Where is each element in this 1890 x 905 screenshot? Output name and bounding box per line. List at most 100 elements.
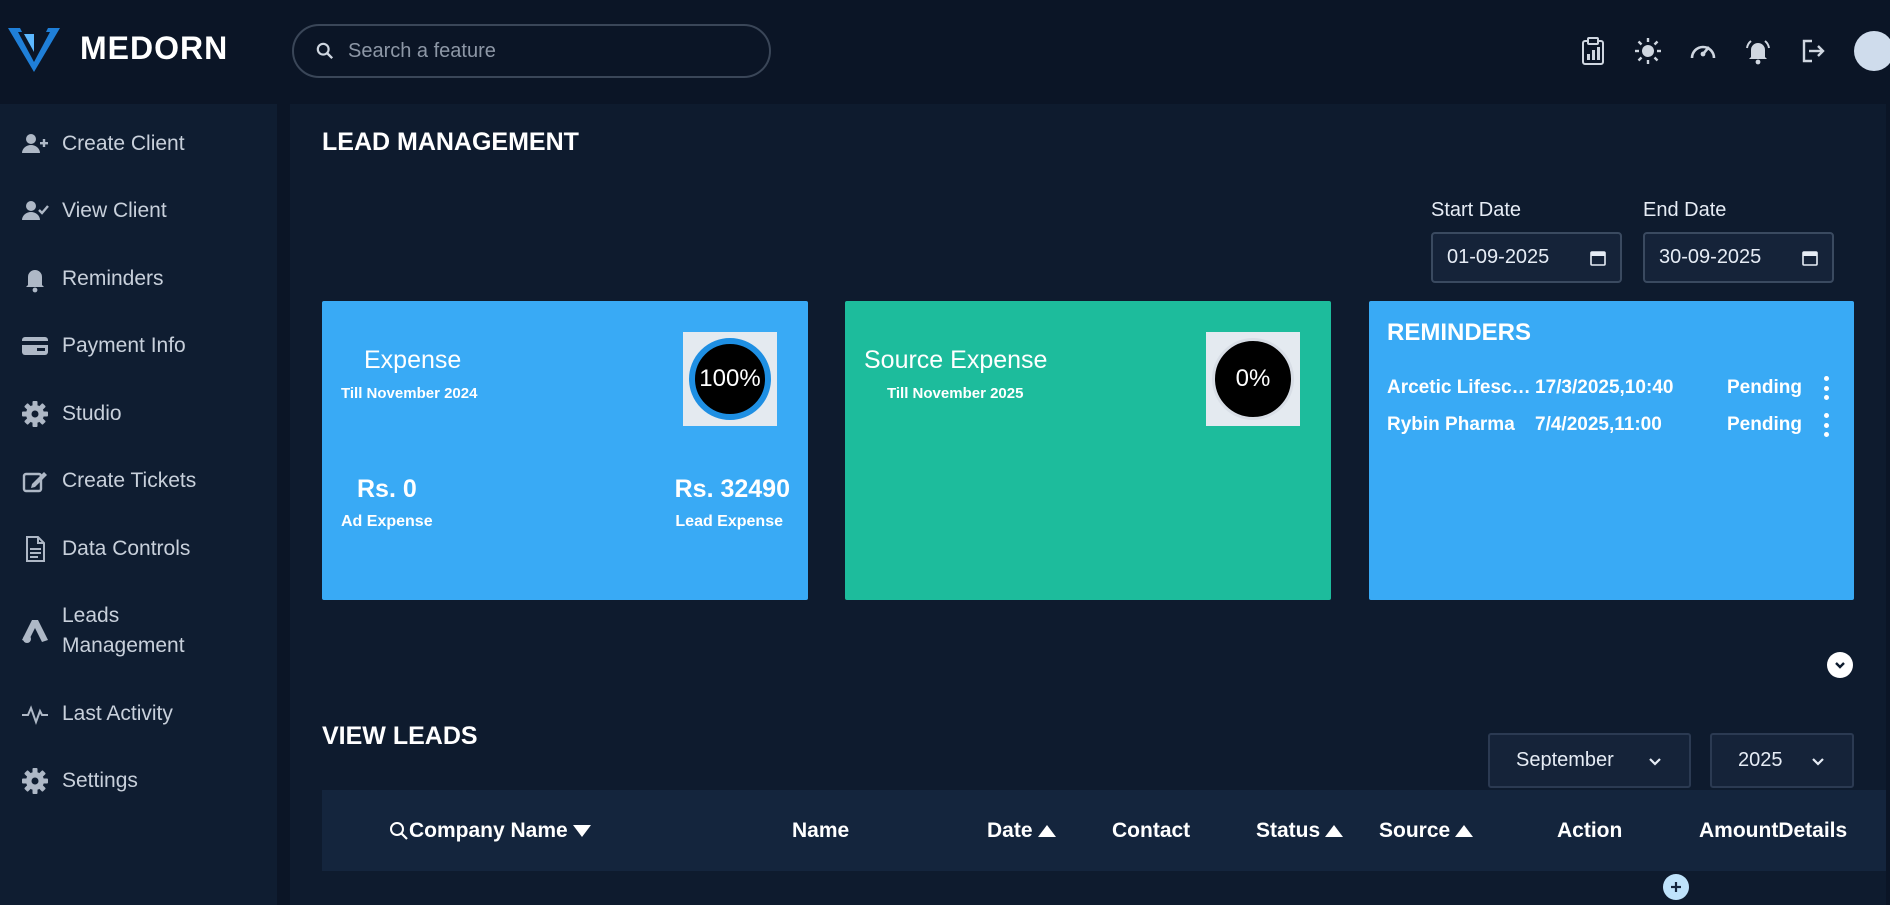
column-company-name[interactable]: Company Name: [385, 790, 592, 871]
sidebar-item-label: Payment Info: [62, 334, 186, 357]
sidebar-item-reminders[interactable]: Reminders: [0, 264, 277, 294]
calendar-icon: [1590, 250, 1606, 266]
expense-gauge-value: 100%: [689, 338, 771, 420]
reminder-item[interactable]: Rybin Pharma 7/4/2025,11:00 Pending: [1387, 410, 1837, 440]
start-date-input[interactable]: 01-09-2025: [1431, 232, 1622, 283]
more-vertical-icon[interactable]: [1821, 413, 1831, 437]
expand-chevron-icon[interactable]: [1827, 652, 1853, 678]
year-value: 2025: [1738, 749, 1783, 771]
bell-icon: [26, 270, 44, 293]
column-label: Source: [1379, 818, 1451, 842]
source-expense-card: Source Expense Till November 2025 0%: [845, 301, 1331, 600]
sidebar-item-label: Data Controls: [62, 537, 191, 560]
expense-card: Expense Till November 2024 100% Rs. 0 Ad…: [322, 301, 808, 600]
gear-icon: [22, 401, 48, 427]
page-title: LEAD MANAGEMENT: [322, 128, 579, 156]
sidebar-item-last-activity[interactable]: Last Activity: [0, 699, 277, 729]
search-icon: [390, 821, 408, 840]
logout-icon[interactable]: [1785, 30, 1840, 72]
sort-up-icon: [1325, 824, 1344, 837]
column-contact: Contact: [1112, 790, 1190, 871]
column-label: Company Name: [409, 818, 568, 842]
source-expense-subtitle: Till November 2025: [887, 385, 1024, 402]
sidebar-item-label: Reminders: [62, 267, 164, 290]
ad-expense-label: Ad Expense: [341, 513, 433, 530]
reminder-datetime: 7/4/2025,11:00: [1535, 414, 1662, 435]
lead-expense-amount: Rs. 32490: [674, 475, 790, 503]
chevron-down-icon: [1649, 757, 1661, 766]
user-check-icon: [22, 201, 49, 220]
sidebar-item-payment-info[interactable]: Payment Info: [0, 331, 277, 361]
column-label: AmountDetails: [1699, 818, 1848, 842]
reminders-card: REMINDERS Arcetic Lifescience 17/3/2025,…: [1369, 301, 1854, 600]
leads-table-header: Company Name Name Date Contact Status So…: [322, 790, 1886, 871]
sidebar-item-view-client[interactable]: View Client: [0, 196, 277, 226]
reminder-datetime: 17/3/2025,10:40: [1535, 377, 1674, 398]
main-content: LEAD MANAGEMENT Start Date 01-09-2025 En…: [290, 104, 1886, 905]
sidebar-item-label: Create Client: [62, 132, 185, 155]
lead-expense-label: Lead Expense: [675, 513, 783, 530]
column-name: Name: [792, 790, 849, 871]
medorn-logo-icon: [8, 28, 60, 72]
start-date-value: 01-09-2025: [1447, 246, 1550, 268]
reminders-title: REMINDERS: [1387, 319, 1532, 346]
add-lead-plus-icon[interactable]: [1663, 874, 1689, 900]
expense-subtitle: Till November 2024: [341, 385, 478, 402]
reminder-status: Pending: [1727, 414, 1802, 435]
sidebar-item-label: Settings: [62, 769, 138, 792]
column-label: Date: [987, 818, 1033, 842]
end-date-group: End Date 30-09-2025: [1643, 199, 1834, 283]
sidebar-item-create-tickets[interactable]: Create Tickets: [0, 466, 277, 496]
column-source[interactable]: Source: [1379, 790, 1474, 871]
more-vertical-icon[interactable]: [1821, 376, 1831, 400]
sun-icon[interactable]: [1620, 30, 1675, 72]
sidebar-item-create-client[interactable]: Create Client: [0, 129, 277, 159]
column-action: Action: [1557, 790, 1622, 871]
header-actions: [1565, 30, 1890, 72]
sort-down-icon: [572, 824, 591, 837]
chevron-down-icon: [1812, 757, 1824, 766]
sidebar-item-label: Create Tickets: [62, 469, 197, 492]
sidebar-item-label: Last Activity: [62, 702, 173, 725]
logo[interactable]: MEDORN: [6, 22, 228, 74]
user-plus-icon: [22, 134, 48, 153]
search-icon: [316, 42, 334, 60]
edit-icon: [22, 472, 47, 493]
sidebar-item-leads-management[interactable]: Leads Management: [0, 601, 277, 661]
clipboard-chart-icon[interactable]: [1565, 30, 1620, 72]
sidebar-item-settings[interactable]: Settings: [0, 766, 277, 796]
month-value: September: [1516, 749, 1614, 771]
reminder-company: Rybin Pharma: [1387, 414, 1515, 435]
expense-title: Expense: [364, 346, 462, 374]
speedometer-icon[interactable]: [1675, 30, 1730, 72]
sidebar-item-studio[interactable]: Studio: [0, 399, 277, 429]
sort-up-icon: [1455, 824, 1474, 837]
year-select[interactable]: 2025: [1710, 733, 1854, 788]
search-input[interactable]: [348, 39, 748, 63]
logo-text: MEDORN: [80, 29, 229, 66]
triangle-icon: [22, 620, 48, 643]
bell-ring-icon[interactable]: [1730, 30, 1785, 72]
sidebar-item-label: Studio: [62, 402, 122, 425]
sidebar-item-label: Leads Management: [62, 604, 185, 657]
end-date-input[interactable]: 30-09-2025: [1643, 232, 1834, 283]
source-expense-title: Source Expense: [864, 346, 1048, 374]
source-gauge-value: 0%: [1212, 338, 1294, 420]
column-status[interactable]: Status: [1256, 790, 1344, 871]
gear-icon: [22, 768, 48, 794]
column-label: Contact: [1112, 818, 1191, 842]
source-expense-gauge: 0%: [1206, 332, 1300, 426]
reminder-item[interactable]: Arcetic Lifescience 17/3/2025,10:40 Pend…: [1387, 373, 1837, 403]
avatar[interactable]: [1854, 31, 1890, 71]
reminder-company: Arcetic Lifescience: [1387, 377, 1535, 398]
month-select[interactable]: September: [1488, 733, 1691, 788]
view-leads-title: VIEW LEADS: [322, 722, 478, 750]
search-bar[interactable]: [292, 24, 771, 78]
sidebar: Create Client View Client Reminders Paym…: [0, 104, 277, 905]
end-date-label: End Date: [1643, 199, 1727, 221]
reminder-status: Pending: [1727, 377, 1802, 398]
column-date[interactable]: Date: [987, 790, 1057, 871]
sort-up-icon: [1037, 824, 1056, 837]
sidebar-item-data-controls[interactable]: Data Controls: [0, 534, 277, 564]
column-label: Action: [1557, 818, 1623, 842]
